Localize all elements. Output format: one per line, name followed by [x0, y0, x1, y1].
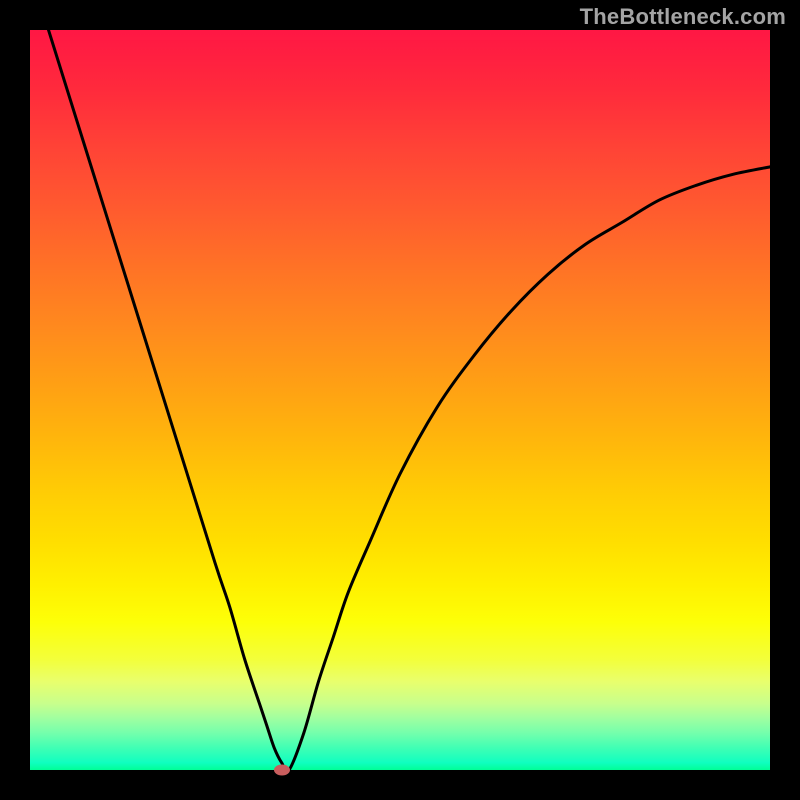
chart-frame: TheBottleneck.com	[0, 0, 800, 800]
plot-area	[30, 30, 770, 770]
watermark-text: TheBottleneck.com	[580, 4, 786, 30]
bottleneck-curve	[30, 0, 770, 771]
curve-svg	[30, 30, 770, 770]
optimum-marker	[274, 765, 290, 776]
